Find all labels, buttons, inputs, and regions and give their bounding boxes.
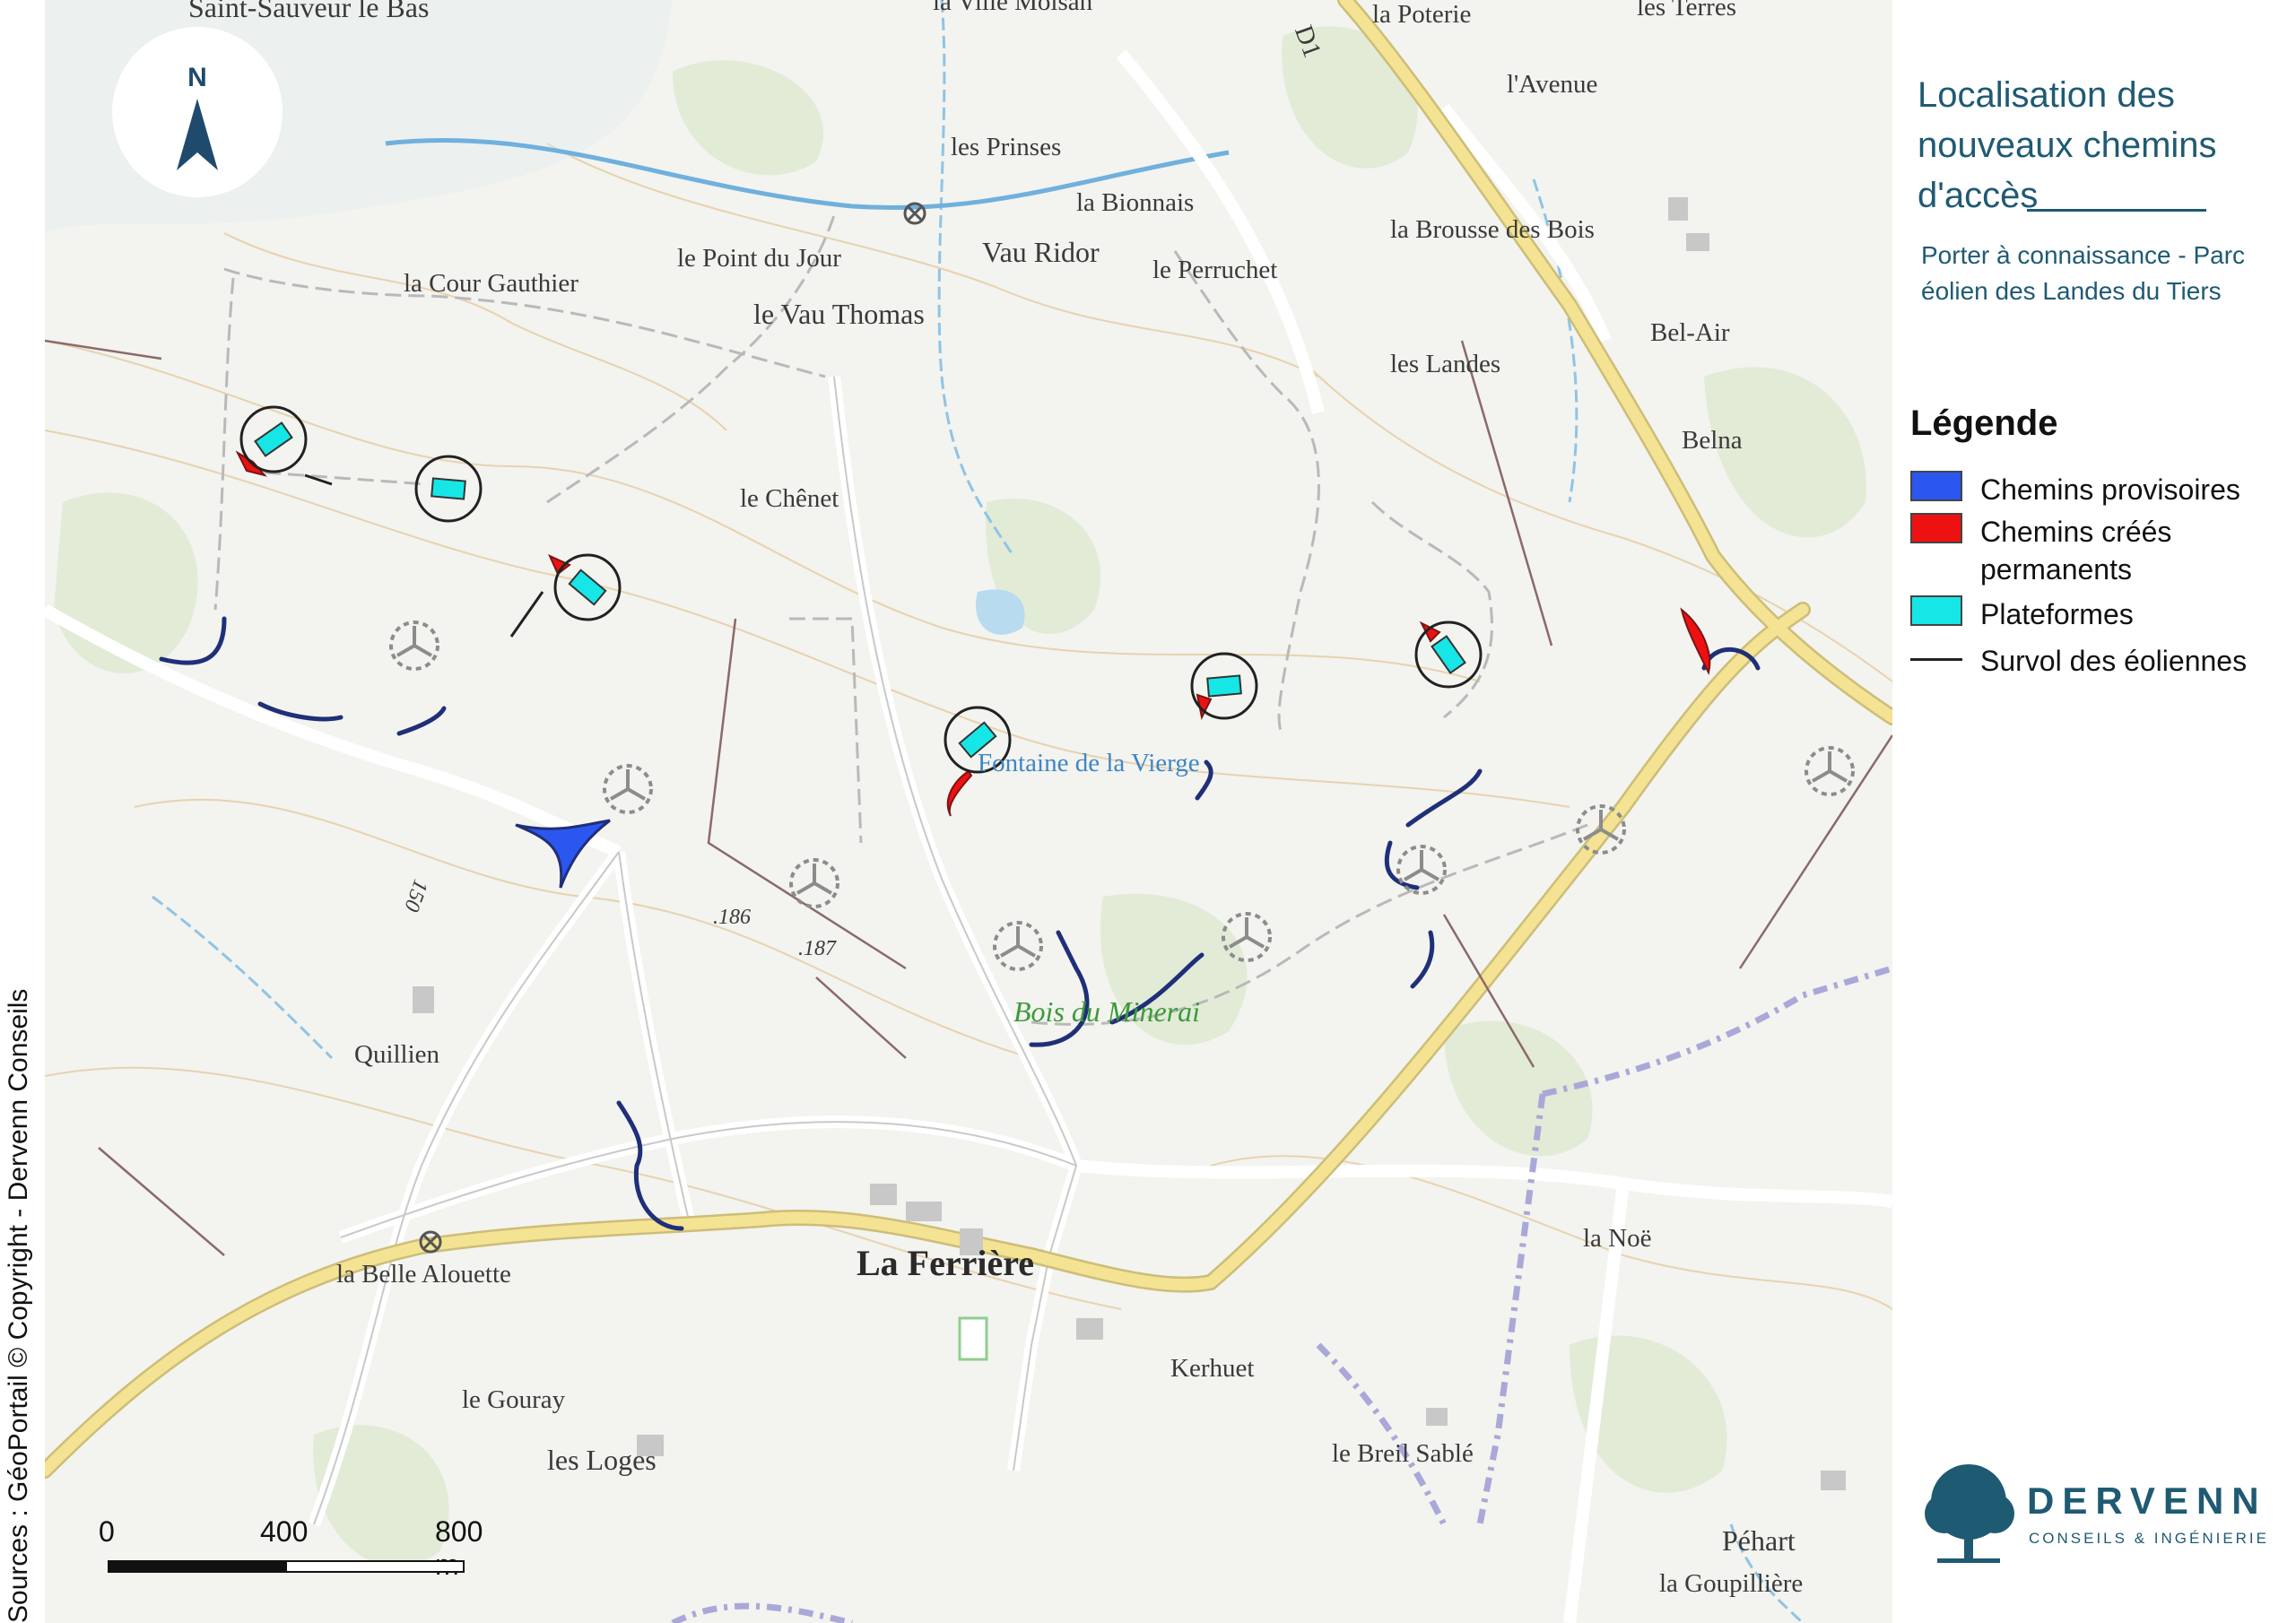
place-label: les Landes bbox=[1390, 350, 1501, 378]
scale-segment-light bbox=[285, 1560, 465, 1573]
tree-logo-icon bbox=[1925, 1464, 2014, 1563]
map-base bbox=[45, 0, 1892, 1623]
legend-label: Chemins provisoires bbox=[1980, 473, 2240, 506]
scale-label-400: 400 bbox=[260, 1515, 309, 1548]
place-label: la Brousse des Bois bbox=[1390, 215, 1595, 244]
place-label: le Vau Thomas bbox=[753, 298, 925, 330]
map-canvas[interactable]: Saint-Sauveur le Bas la Ville Moisan la … bbox=[45, 0, 1892, 1623]
logo-brand: DERVENN bbox=[2027, 1480, 2267, 1522]
north-arrow: N bbox=[112, 27, 283, 197]
elevation-label: .186 bbox=[713, 906, 751, 929]
legend-item-platforms: Plateformes bbox=[1910, 595, 2287, 635]
legend-item-permanent: Chemins créés permanents bbox=[1910, 513, 2287, 594]
sports-field bbox=[958, 1316, 988, 1361]
place-label: Bel-Air bbox=[1650, 318, 1730, 347]
place-label: les Loges bbox=[547, 1444, 657, 1476]
map-title: Localisation des nouveaux chemins d'accè… bbox=[1918, 75, 2217, 215]
place-label: Vau Ridor bbox=[982, 236, 1100, 268]
place-label: la Ville Moisan bbox=[933, 0, 1093, 16]
scale-label-0: 0 bbox=[99, 1515, 115, 1548]
place-label: la Cour Gauthier bbox=[404, 269, 578, 298]
side-panel: Localisation des nouveaux chemins d'accè… bbox=[1892, 0, 2296, 1623]
legend-swatch bbox=[1910, 471, 1962, 501]
place-label: Quillien bbox=[354, 1040, 440, 1069]
logo-tagline: CONSEILS & INGÉNIERIE bbox=[2029, 1530, 2269, 1547]
place-label: la Poterie bbox=[1372, 0, 1472, 29]
legend-label: Survol des éoliennes bbox=[1980, 645, 2248, 677]
dervenn-logo: DERVENN CONSEILS & INGÉNIERIE bbox=[1919, 1462, 2287, 1569]
place-label: La Ferrière bbox=[857, 1243, 1035, 1283]
legend-swatch bbox=[1910, 595, 1962, 626]
legend-title: Légende bbox=[1910, 404, 2058, 443]
place-label: Kerhuet bbox=[1170, 1354, 1255, 1383]
place-label: Bois du Minerai bbox=[1013, 995, 1200, 1028]
place-label: Saint-Sauveur le Bas bbox=[188, 0, 430, 23]
place-label: Péhart bbox=[1722, 1524, 1796, 1557]
place-label: la Noë bbox=[1583, 1224, 1652, 1253]
place-label: la Goupillière bbox=[1659, 1569, 1804, 1598]
legend-item-overflight: Survol des éoliennes bbox=[1910, 642, 2287, 681]
legend-label: Chemins créés permanents bbox=[1980, 516, 2172, 586]
place-label: le Breil Sablé bbox=[1332, 1439, 1474, 1468]
place-label: le Point du Jour bbox=[677, 244, 841, 273]
place-label: les Terres bbox=[1637, 0, 1736, 22]
legend-label: Plateformes bbox=[1980, 598, 2134, 630]
elevation-label: .187 bbox=[798, 937, 836, 960]
legend-item-temporary: Chemins provisoires bbox=[1910, 471, 2287, 510]
north-arrow-icon bbox=[177, 99, 218, 170]
scale-bar: 0 400 800 m bbox=[99, 1515, 493, 1587]
place-label: la Belle Alouette bbox=[336, 1260, 511, 1289]
place-label: les Prinses bbox=[951, 133, 1062, 161]
sources-credit: Sources : GéoPortail © Copyright - Derve… bbox=[4, 988, 33, 1623]
title-underline bbox=[2027, 209, 2206, 212]
place-label: le Gouray bbox=[462, 1385, 566, 1414]
place-label: la Bionnais bbox=[1076, 188, 1195, 217]
place-label: Fontaine de la Vierge bbox=[978, 749, 1200, 777]
scale-segment-dark bbox=[108, 1560, 287, 1573]
north-label: N bbox=[187, 63, 207, 92]
place-label: l'Avenue bbox=[1507, 70, 1598, 99]
place-label: Belna bbox=[1682, 426, 1743, 455]
legend-swatch bbox=[1910, 513, 1962, 543]
legend-line bbox=[1910, 658, 1962, 661]
map-subtitle: Porter à connaissance - Parc éolien des … bbox=[1921, 241, 2246, 305]
place-label: le Chênet bbox=[740, 484, 839, 513]
place-label: le Perruchet bbox=[1152, 256, 1278, 284]
